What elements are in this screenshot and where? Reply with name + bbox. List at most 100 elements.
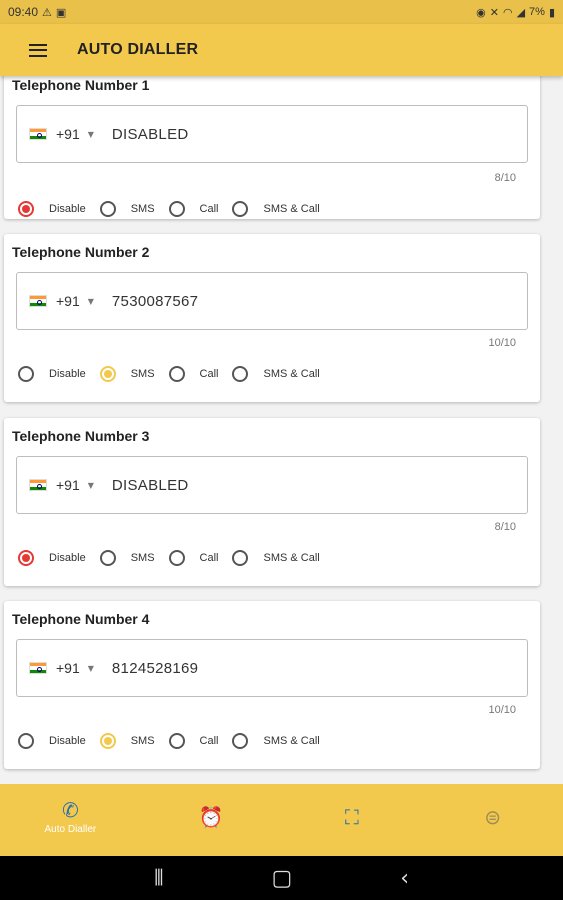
- nav-fullscreen[interactable]: ⛶: [282, 784, 423, 856]
- phone-number-value[interactable]: DISABLED: [112, 477, 189, 494]
- radio-sms-call[interactable]: SMS & Call: [232, 201, 320, 217]
- chevron-down-icon[interactable]: ▼: [88, 130, 94, 139]
- app-title: AUTO DIALLER: [77, 41, 199, 58]
- radio-button[interactable]: [99, 366, 116, 382]
- radio-label: SMS: [130, 552, 155, 564]
- radio-button[interactable]: [232, 733, 249, 749]
- radio-disable[interactable]: Disable: [18, 733, 86, 749]
- alarm-clock-icon: ⏰: [198, 805, 224, 829]
- radio-button[interactable]: [232, 550, 249, 566]
- radio-label: Call: [199, 552, 219, 564]
- radio-label: SMS: [130, 368, 155, 380]
- fullscreen-icon: ⛶: [344, 805, 359, 829]
- mute-icon: ✕: [489, 5, 499, 19]
- phone-input[interactable]: +91 ▼ 7530087567: [16, 272, 528, 330]
- radio-button[interactable]: [18, 201, 34, 217]
- alarm-icon: ▣: [55, 5, 67, 19]
- radio-button[interactable]: [168, 550, 185, 566]
- radio-label: Disable: [49, 203, 86, 215]
- radio-label: SMS: [130, 735, 155, 747]
- radio-button[interactable]: [18, 366, 34, 382]
- document-icon: ⊜: [484, 805, 501, 829]
- phone-input[interactable]: +91 ▼ DISABLED: [16, 456, 528, 514]
- country-code[interactable]: +91: [56, 126, 80, 142]
- status-bar: 09:40 ⚠ ▣ ◉ ✕ ◠ ◢ 7% ▮: [0, 0, 563, 24]
- nav-document[interactable]: ⊜: [422, 784, 563, 856]
- india-flag-icon: [29, 662, 47, 674]
- india-flag-icon: [29, 479, 47, 491]
- nav-label: Auto Dialler: [44, 823, 97, 835]
- radio-button[interactable]: [232, 201, 249, 217]
- radio-disable[interactable]: Disable: [18, 201, 86, 217]
- india-flag-icon: [29, 128, 47, 140]
- radio-sms[interactable]: SMS: [99, 550, 155, 566]
- character-counter: 10/10: [488, 704, 516, 716]
- wifi-icon: ◠: [502, 5, 513, 19]
- radio-label: SMS & Call: [263, 203, 320, 215]
- radio-button[interactable]: [232, 366, 249, 382]
- radio-button[interactable]: [18, 733, 34, 749]
- country-code[interactable]: +91: [56, 477, 80, 493]
- radio-button[interactable]: [99, 201, 116, 217]
- radio-sms[interactable]: SMS: [99, 733, 155, 749]
- character-counter: 8/10: [494, 172, 516, 184]
- lock-icon: ◉: [476, 5, 486, 19]
- radio-button[interactable]: [99, 550, 116, 566]
- system-navigation-bar: ⦀ ▢ ‹: [0, 856, 563, 900]
- mode-radio-group: Disable SMS Call SMS & Call: [18, 201, 334, 217]
- radio-disable[interactable]: Disable: [18, 550, 86, 566]
- phone-number-value[interactable]: DISABLED: [112, 126, 189, 143]
- character-counter: 10/10: [488, 337, 516, 349]
- radio-button[interactable]: [168, 733, 185, 749]
- card-title: Telephone Number 3: [12, 428, 150, 444]
- radio-call[interactable]: Call: [168, 201, 219, 217]
- radio-disable[interactable]: Disable: [18, 366, 86, 382]
- telephone-card: Telephone Number 4 +91 ▼ 8124528169 10/10 Dis…: [4, 601, 540, 769]
- chevron-down-icon[interactable]: ▼: [88, 664, 94, 673]
- number-list[interactable]: Telephone Number 1 +91 ▼ DISABLED 8/10 Disabl…: [0, 76, 563, 784]
- radio-button[interactable]: [18, 550, 34, 566]
- country-code[interactable]: +91: [56, 660, 80, 676]
- radio-sms-call[interactable]: SMS & Call: [232, 733, 320, 749]
- back-icon[interactable]: ‹: [400, 866, 409, 891]
- mode-radio-group: Disable SMS Call SMS & Call: [18, 366, 334, 382]
- radio-label: Disable: [49, 735, 86, 747]
- radio-call[interactable]: Call: [168, 550, 219, 566]
- chevron-down-icon[interactable]: ▼: [88, 297, 94, 306]
- nav-alarm[interactable]: ⏰: [141, 784, 282, 856]
- recent-apps-icon[interactable]: ⦀: [154, 866, 164, 891]
- radio-button[interactable]: [168, 201, 185, 217]
- radio-label: Disable: [49, 552, 86, 564]
- radio-call[interactable]: Call: [168, 733, 219, 749]
- nav-auto-dialler[interactable]: ✆ Auto Dialler: [0, 784, 141, 856]
- menu-icon[interactable]: [10, 24, 66, 76]
- battery-level: 7%: [529, 6, 545, 18]
- radio-button[interactable]: [99, 733, 116, 749]
- radio-sms-call[interactable]: SMS & Call: [232, 550, 320, 566]
- radio-sms[interactable]: SMS: [99, 201, 155, 217]
- card-title: Telephone Number 2: [12, 244, 150, 260]
- warning-icon: ⚠: [42, 5, 52, 19]
- chevron-down-icon[interactable]: ▼: [88, 481, 94, 490]
- telephone-card: Telephone Number 3 +91 ▼ DISABLED 8/10 Disabl…: [4, 418, 540, 586]
- app-bar: AUTO DIALLER: [0, 24, 563, 76]
- radio-label: SMS: [130, 203, 155, 215]
- radio-call[interactable]: Call: [168, 366, 218, 382]
- radio-label: SMS & Call: [263, 735, 320, 747]
- signal-icon: ◢: [516, 5, 526, 19]
- telephone-card: Telephone Number 1 +91 ▼ DISABLED 8/10 Disabl…: [4, 76, 540, 219]
- phone-input[interactable]: +91 ▼ 8124528169: [16, 639, 528, 697]
- phone-number-value[interactable]: 8124528169: [112, 660, 198, 677]
- country-code[interactable]: +91: [56, 293, 80, 309]
- status-time: 09:40: [8, 5, 39, 19]
- phone-input[interactable]: +91 ▼ DISABLED: [16, 105, 528, 163]
- telephone-card: Telephone Number 2 +91 ▼ 7530087567 10/10 Dis…: [4, 234, 540, 402]
- home-icon[interactable]: ▢: [272, 866, 293, 891]
- radio-label: Call: [199, 735, 219, 747]
- mode-radio-group: Disable SMS Call SMS & Call: [18, 733, 334, 749]
- radio-button[interactable]: [168, 366, 185, 382]
- radio-sms[interactable]: SMS: [99, 366, 155, 382]
- radio-sms-call[interactable]: SMS & Call: [232, 366, 320, 382]
- phone-number-value[interactable]: 7530087567: [112, 293, 198, 310]
- radio-label: Call: [199, 203, 219, 215]
